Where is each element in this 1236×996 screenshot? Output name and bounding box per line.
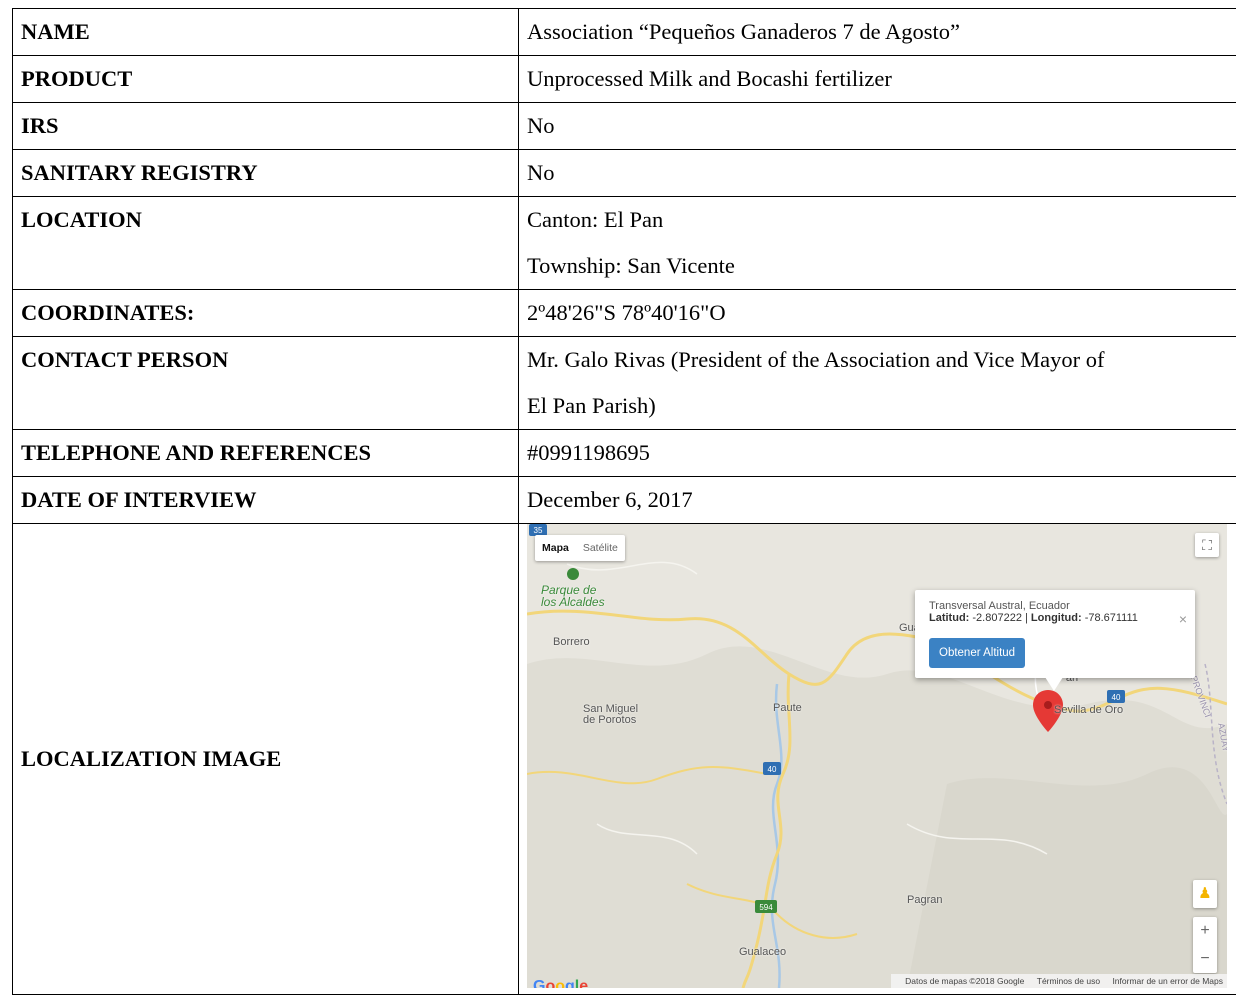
info-lon-value: -78.671111 <box>1084 612 1138 624</box>
row-value-contact: Mr. Galo Rivas (President of the Associa… <box>518 336 1236 430</box>
table-row: COORDINATES: 2º48'26"S 78º40'16"O <box>12 289 1236 337</box>
table-row: SANITARY REGISTRY No <box>12 149 1236 197</box>
table-row: IRS No <box>12 102 1236 150</box>
info-window-tail <box>1045 677 1063 691</box>
map-data-credit: Datos de mapas ©2018 Google <box>905 976 1025 986</box>
map-view[interactable]: 35 40 40 594 Mapa Satélite ⛶ Parque de l… <box>527 524 1227 988</box>
highway-shield-40-b: 40 <box>1107 690 1125 703</box>
location-township: Township: San Vicente <box>527 253 735 278</box>
highway-shield-594: 594 <box>755 900 777 913</box>
info-lat-value: -2.807222 <box>972 612 1022 624</box>
map-relief-2 <box>907 767 1227 988</box>
park-marker <box>567 568 579 580</box>
google-logo: Google <box>533 978 589 988</box>
row-value-sanitary: No <box>518 149 1236 197</box>
map-footer: Datos de mapas ©2018 Google Términos de … <box>891 974 1227 988</box>
row-label-contact: CONTACT PERSON <box>12 336 519 430</box>
row-label-telephone: TELEPHONE AND REFERENCES <box>12 429 519 477</box>
shield-label-40-b: 40 <box>1112 693 1121 702</box>
row-label-name: NAME <box>12 8 519 56</box>
info-window: Transversal Austral, Ecuador Latitud: -2… <box>915 590 1195 678</box>
row-label-localization: LOCALIZATION IMAGE <box>12 523 519 995</box>
get-altitude-button[interactable]: Obtener Altitud <box>929 638 1026 668</box>
shield-label-40-a: 40 <box>768 765 777 774</box>
place-label-gualaceo: Gualaceo <box>739 946 787 958</box>
row-label-location: LOCATION <box>12 196 519 290</box>
highway-shield-40-a: 40 <box>763 762 781 775</box>
contact-line-1: Mr. Galo Rivas (President of the Associa… <box>527 347 1105 372</box>
map-type-map[interactable]: Mapa <box>535 535 576 561</box>
row-value-name: Association “Pequeños Ganaderos 7 de Ago… <box>518 8 1236 56</box>
shield-label-594: 594 <box>759 903 773 912</box>
report-error-link[interactable]: Informar de un error de Maps <box>1112 976 1223 986</box>
info-lat-label: Latitud: <box>929 612 970 624</box>
place-label-borrero: Borrero <box>553 636 590 648</box>
contact-line-2: El Pan Parish) <box>527 393 656 418</box>
place-label-san-miguel: San Miguel de Porotos <box>583 703 639 726</box>
row-label-date: DATE OF INTERVIEW <box>12 476 519 524</box>
table-row: DATE OF INTERVIEW December 6, 2017 <box>12 476 1236 524</box>
map-type-control: Mapa Satélite <box>535 535 625 561</box>
row-label-irs: IRS <box>12 102 519 150</box>
info-lon-label: Longitud: <box>1030 612 1082 624</box>
row-value-telephone: #0991198695 <box>518 429 1236 477</box>
close-icon[interactable]: × <box>1179 596 1187 642</box>
row-label-product: PRODUCT <box>12 55 519 103</box>
table-row: PRODUCT Unprocessed Milk and Bocashi fer… <box>12 55 1236 103</box>
location-canton: Canton: El Pan <box>527 207 664 232</box>
zoom-control: + − <box>1193 917 1217 973</box>
row-value-irs: No <box>518 102 1236 150</box>
fullscreen-icon[interactable]: ⛶ <box>1195 533 1219 557</box>
info-coordinates: Latitud: -2.807222 | Longitud: -78.67111… <box>929 612 1138 624</box>
info-table: NAME Association “Pequeños Ganaderos 7 d… <box>12 8 1236 995</box>
row-value-date: December 6, 2017 <box>518 476 1236 524</box>
row-label-coordinates: COORDINATES: <box>12 289 519 337</box>
row-value-location: Canton: El Pan Township: San Vicente <box>518 196 1236 290</box>
terms-link[interactable]: Términos de uso <box>1037 976 1100 986</box>
pegman-icon[interactable]: ♟ <box>1193 880 1217 908</box>
zoom-out-button[interactable]: − <box>1193 945 1217 973</box>
row-value-product: Unprocessed Milk and Bocashi fertilizer <box>518 55 1236 103</box>
table-row: TELEPHONE AND REFERENCES #0991198695 <box>12 429 1236 477</box>
place-label-pagran: Pagran <box>907 894 943 906</box>
row-value-localization: 35 40 40 594 Mapa Satélite ⛶ Parque de l… <box>518 523 1236 995</box>
table-row: LOCATION Canton: El Pan Township: San Vi… <box>12 196 1236 290</box>
table-row: CONTACT PERSON Mr. Galo Rivas (President… <box>12 336 1236 430</box>
table-row: LOCALIZATION IMAGE 35 40 40 594 Mapa Sat… <box>12 523 1236 995</box>
shield-label-35: 35 <box>534 526 543 535</box>
place-label-paute: Paute <box>773 702 802 714</box>
place-label-park: Parque de los Alcaldes <box>541 583 605 609</box>
row-label-sanitary: SANITARY REGISTRY <box>12 149 519 197</box>
map-type-satellite[interactable]: Satélite <box>576 535 625 561</box>
row-value-coordinates: 2º48'26"S 78º40'16"O <box>518 289 1236 337</box>
place-label-sevilla: Sevilla de Oro <box>1054 704 1124 716</box>
table-row: NAME Association “Pequeños Ganaderos 7 d… <box>12 8 1236 56</box>
info-place: Transversal Austral, Ecuador <box>929 600 1070 612</box>
zoom-in-button[interactable]: + <box>1193 917 1217 945</box>
